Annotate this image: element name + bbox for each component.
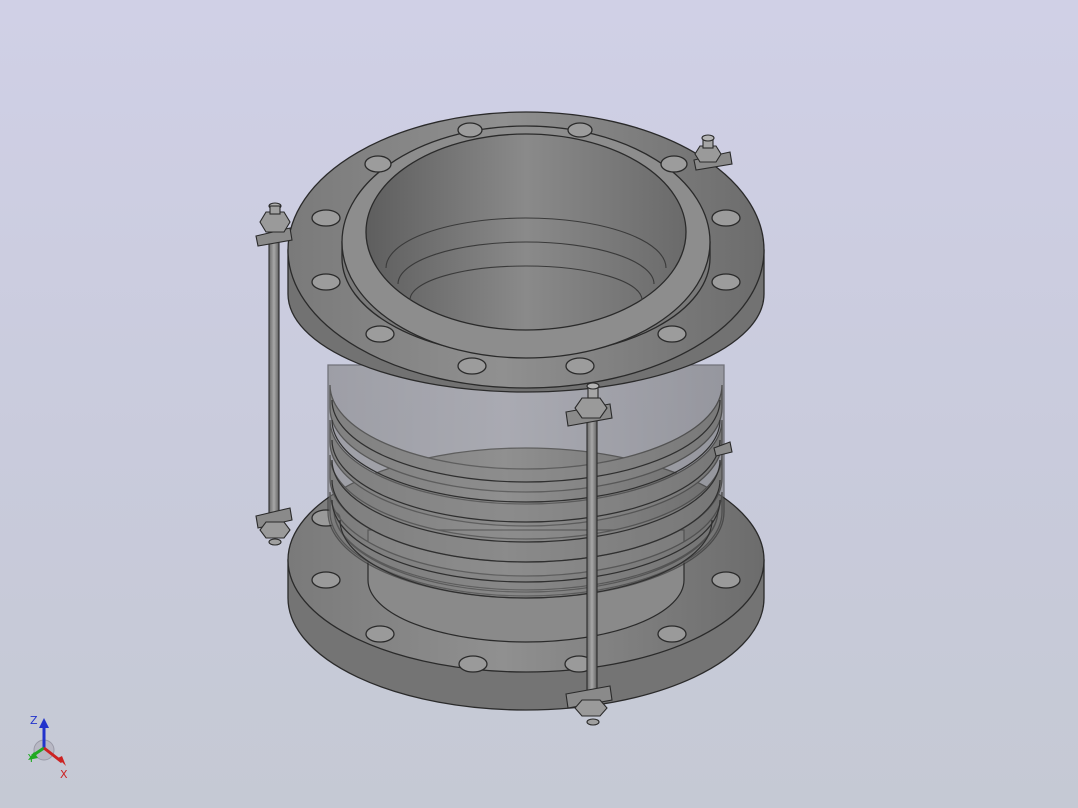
- expansion-joint-model[interactable]: [0, 0, 1078, 808]
- top-flange: [287, 111, 765, 393]
- view-triad[interactable]: Z Y X: [24, 708, 84, 784]
- 3d-viewport[interactable]: Z Y X: [0, 0, 1078, 808]
- z-axis-label: Z: [30, 714, 38, 727]
- y-axis-label: Y: [27, 752, 35, 765]
- tie-rod-left: [255, 202, 293, 546]
- x-axis-label: X: [60, 768, 68, 781]
- bellows: [327, 364, 725, 599]
